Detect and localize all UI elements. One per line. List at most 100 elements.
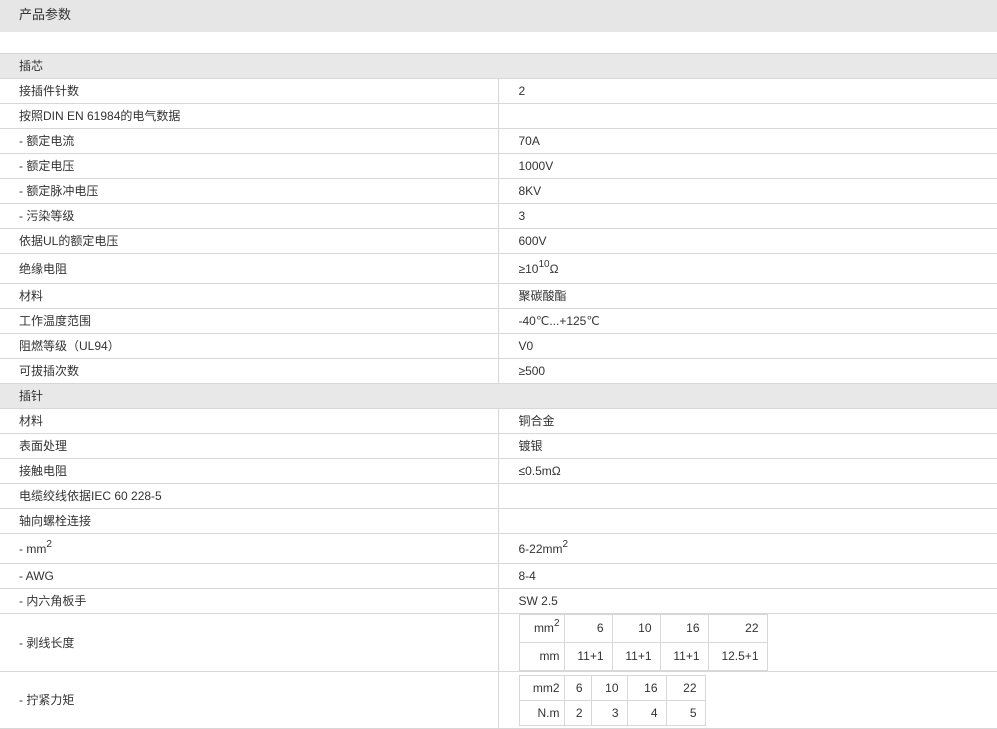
- value-base: ≥10: [518, 261, 539, 276]
- spec-value: V0: [497, 333, 997, 359]
- spec-value: ≥1010Ω: [497, 253, 997, 284]
- spec-label: 依据UL的额定电压: [0, 228, 498, 254]
- spec-row: 接触电阻 ≤0.5mΩ: [0, 458, 997, 484]
- spec-value: 聚碳酸酯: [497, 283, 997, 309]
- torque-cell: 5: [665, 699, 706, 726]
- size-cell: 22: [665, 674, 706, 701]
- size-cell: 10: [590, 674, 628, 701]
- spec-label: 可拔插次数: [0, 358, 498, 384]
- spec-row: - 污染等级 3: [0, 203, 997, 229]
- row-unit-cell: mm: [518, 642, 565, 671]
- spec-label: 表面处理: [0, 433, 498, 459]
- torque-cell: 4: [626, 699, 667, 726]
- spec-label: - 剥线长度: [0, 613, 498, 672]
- section-title: 插针: [0, 383, 997, 409]
- spec-value: [497, 508, 997, 534]
- spec-label: 工作温度范围: [0, 308, 498, 334]
- spec-label: 接触电阻: [0, 458, 498, 484]
- size-cell: 22: [707, 614, 768, 643]
- spec-value: [497, 103, 997, 129]
- spec-row: - 额定电流 70A: [0, 128, 997, 154]
- spec-row: - AWG 8-4: [0, 563, 997, 589]
- header-exponent: 2: [553, 618, 560, 629]
- page-title: 产品参数: [0, 0, 997, 32]
- spec-row: 轴向螺栓连接: [0, 508, 997, 534]
- spec-row: 阻燃等级（UL94） V0: [0, 333, 997, 359]
- torque-cell: 3: [590, 699, 628, 726]
- label-exponent: 2: [46, 538, 52, 550]
- row-unit-cell: N.m: [518, 699, 565, 726]
- length-cell: 11+1: [659, 642, 709, 671]
- spec-value: mm2 6 10 16 22 mm 11+1 11+1 11+1 12.5+1: [497, 613, 997, 672]
- spec-label: 阻燃等级（UL94）: [0, 333, 498, 359]
- strip-length-header-row: mm2 6 10 16 22: [518, 614, 768, 643]
- length-cell: 11+1: [611, 642, 661, 671]
- size-cell: 6: [563, 614, 613, 643]
- value-range: 6-22mm: [518, 541, 563, 556]
- size-cell: 16: [626, 674, 667, 701]
- section-header-core: 插芯: [0, 53, 997, 79]
- spec-row: 依据UL的额定电压 600V: [0, 228, 997, 254]
- header-unit-cell: mm2: [518, 614, 565, 643]
- spec-label: 电缆绞线依据IEC 60 228-5: [0, 483, 498, 509]
- value-exponent: 10: [538, 258, 550, 270]
- size-cell: 6: [563, 674, 592, 701]
- spec-label: 材料: [0, 283, 498, 309]
- torque-header-row: mm2 6 10 16 22: [518, 674, 706, 701]
- spec-value: 70A: [497, 128, 997, 154]
- spec-value: 8-4: [497, 563, 997, 589]
- spec-value: -40℃...+125℃: [497, 308, 997, 334]
- spec-label: 接插件针数: [0, 78, 498, 104]
- spec-row: 电缆绞线依据IEC 60 228-5: [0, 483, 997, 509]
- spec-label: - mm2: [0, 533, 498, 564]
- length-cell: 11+1: [563, 642, 613, 671]
- spec-label: - 污染等级: [0, 203, 498, 229]
- strip-length-row: - 剥线长度 mm2 6 10 16 22 mm 11+1 11+1 11+1: [0, 613, 997, 672]
- spec-value: 3: [497, 203, 997, 229]
- spec-value: ≥500: [497, 358, 997, 384]
- spec-value: [497, 483, 997, 509]
- length-cell: 12.5+1: [707, 642, 768, 671]
- spec-row: - mm2 6-22mm2: [0, 533, 997, 564]
- spec-row: 工作温度范围 -40℃...+125℃: [0, 308, 997, 334]
- spec-value: 8KV: [497, 178, 997, 204]
- spec-row: 绝缘电阻 ≥1010Ω: [0, 253, 997, 284]
- spec-label: 绝缘电阻: [0, 253, 498, 284]
- spec-row: 按照DIN EN 61984的电气数据: [0, 103, 997, 129]
- spec-row: - 额定电压 1000V: [0, 153, 997, 179]
- header-unit: mm: [533, 621, 554, 635]
- spec-label: - 额定脉冲电压: [0, 178, 498, 204]
- spec-label: - 额定电流: [0, 128, 498, 154]
- spec-row: 材料 聚碳酸酯: [0, 283, 997, 309]
- spec-value: 600V: [497, 228, 997, 254]
- header-unit-cell: mm2: [518, 674, 565, 701]
- torque-cell: 2: [563, 699, 592, 726]
- torque-table: mm2 6 10 16 22 N.m 2 3 4 5: [518, 674, 706, 726]
- spec-row: - 内六角板手 SW 2.5: [0, 588, 997, 614]
- spec-value: 镀银: [497, 433, 997, 459]
- spec-label: 材料: [0, 408, 498, 434]
- size-cell: 10: [611, 614, 661, 643]
- spec-row: 可拔插次数 ≥500: [0, 358, 997, 384]
- spec-value: 1000V: [497, 153, 997, 179]
- spec-table: 插芯 接插件针数 2 按照DIN EN 61984的电气数据 - 额定电流 70…: [0, 53, 997, 729]
- spec-label: 按照DIN EN 61984的电气数据: [0, 103, 498, 129]
- value-unit: Ω: [549, 261, 559, 276]
- spec-label: 轴向螺栓连接: [0, 508, 498, 534]
- spec-row: 接插件针数 2: [0, 78, 997, 104]
- value-exponent: 2: [562, 538, 569, 550]
- spec-value: 2: [497, 78, 997, 104]
- spec-row: 材料 铜合金: [0, 408, 997, 434]
- spec-label: - 额定电压: [0, 153, 498, 179]
- label-unit: - mm: [19, 541, 47, 556]
- torque-value-row: N.m 2 3 4 5: [518, 699, 706, 726]
- spec-value: 6-22mm2: [497, 533, 997, 564]
- spec-value: ≤0.5mΩ: [497, 458, 997, 484]
- spec-row: 表面处理 镀银: [0, 433, 997, 459]
- spec-label: - 内六角板手: [0, 588, 498, 614]
- strip-length-value-row: mm 11+1 11+1 11+1 12.5+1: [518, 642, 768, 671]
- size-cell: 16: [659, 614, 709, 643]
- spec-label: - AWG: [0, 563, 498, 589]
- spec-value: SW 2.5: [497, 588, 997, 614]
